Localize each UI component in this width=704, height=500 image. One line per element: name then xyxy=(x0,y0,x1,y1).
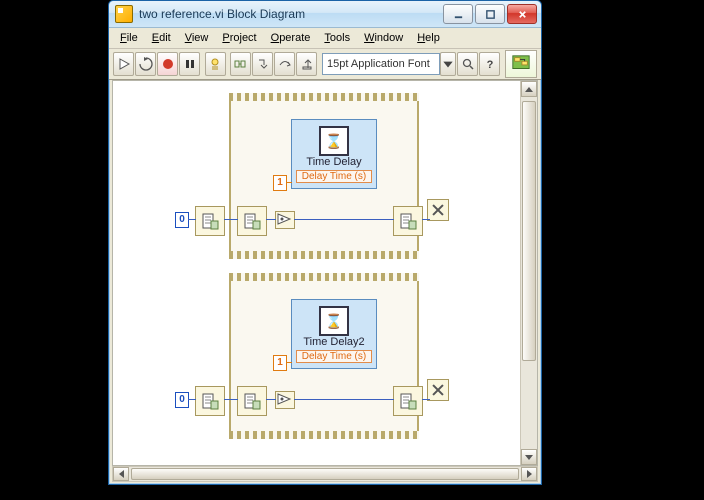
wire-1b xyxy=(224,219,238,220)
wire-1c xyxy=(266,219,276,220)
retain-wire-button[interactable] xyxy=(230,52,251,76)
scroll-right-button[interactable] xyxy=(521,467,537,481)
window-title: two reference.vi Block Diagram xyxy=(137,7,441,21)
subvi-label: Time Delay2 xyxy=(292,336,376,348)
menu-help-label: elp xyxy=(425,32,440,44)
int-constant-1[interactable]: 0 xyxy=(175,212,189,228)
step-into-button[interactable] xyxy=(252,52,273,76)
hscroll-thumb[interactable] xyxy=(131,468,519,480)
font-label: 15pt Application Font xyxy=(327,58,430,70)
close-x-icon-1 xyxy=(427,199,449,221)
search-button[interactable] xyxy=(457,52,478,76)
step-over-button[interactable] xyxy=(274,52,295,76)
wire-2d xyxy=(294,399,394,400)
menu-view[interactable]: View xyxy=(178,30,216,46)
wire-orange-2 xyxy=(286,362,292,363)
run-continuous-button[interactable] xyxy=(135,52,156,76)
menu-operate-label: perate xyxy=(279,32,310,44)
close-x-icon-2 xyxy=(427,379,449,401)
invoke-node-2[interactable] xyxy=(275,391,295,409)
wire-1d xyxy=(294,219,394,220)
scroll-left-button[interactable] xyxy=(113,467,129,481)
maximize-button[interactable] xyxy=(475,4,505,24)
menu-edit[interactable]: Edit xyxy=(145,30,178,46)
wire-2a xyxy=(188,399,196,400)
app-window: two reference.vi Block Diagram File Edit… xyxy=(108,0,542,485)
scroll-up-button[interactable] xyxy=(521,81,537,97)
svg-text:?: ? xyxy=(486,59,493,71)
menu-help[interactable]: Help xyxy=(410,30,447,46)
run-button[interactable] xyxy=(113,52,134,76)
open-ref-node-2b[interactable] xyxy=(237,386,267,416)
menu-file-label: ile xyxy=(127,32,138,44)
menu-project[interactable]: Project xyxy=(215,30,263,46)
block-diagram-canvas[interactable]: ⌛ Time Delay Delay Time (s) 1 0 ⌛ xyxy=(113,81,521,465)
wire-2c xyxy=(266,399,276,400)
menu-window[interactable]: Window xyxy=(357,30,410,46)
menubar: File Edit View Project Operate Tools Win… xyxy=(109,28,541,49)
menu-project-label: roject xyxy=(230,32,257,44)
horizontal-scrollbar[interactable] xyxy=(112,466,538,482)
subvi-param: Delay Time (s) xyxy=(296,170,372,183)
hourglass-icon: ⌛ xyxy=(319,126,349,156)
app-icon xyxy=(115,5,133,23)
wire-1a xyxy=(188,219,196,220)
close-ref-node-2[interactable] xyxy=(393,386,423,416)
minimize-button[interactable] xyxy=(443,4,473,24)
wire-orange-1 xyxy=(286,182,292,183)
titlebar[interactable]: two reference.vi Block Diagram xyxy=(109,1,541,28)
open-ref-node-1a[interactable] xyxy=(195,206,225,236)
menu-tools-label: ools xyxy=(330,32,350,44)
highlight-exec-button[interactable] xyxy=(205,52,226,76)
toolbar: 15pt Application Font ? xyxy=(109,49,541,80)
wire-2b xyxy=(224,399,238,400)
font-selector[interactable]: 15pt Application Font xyxy=(322,53,440,75)
subvi-label: Time Delay xyxy=(292,156,376,168)
close-button[interactable] xyxy=(507,4,537,24)
delay-constant-2[interactable]: 1 xyxy=(273,355,287,371)
delay-constant-1[interactable]: 1 xyxy=(273,175,287,191)
invoke-node-1[interactable] xyxy=(275,211,295,229)
help-button[interactable]: ? xyxy=(479,52,500,76)
close-ref-node-1[interactable] xyxy=(393,206,423,236)
menu-view-label: iew xyxy=(192,32,209,44)
subvi-param: Delay Time (s) xyxy=(296,350,372,363)
content-area: ⌛ Time Delay Delay Time (s) 1 0 ⌛ xyxy=(112,80,538,466)
menu-window-label: indow xyxy=(374,32,403,44)
time-delay-subvi-1[interactable]: ⌛ Time Delay Delay Time (s) xyxy=(291,119,377,189)
open-ref-node-1b[interactable] xyxy=(237,206,267,236)
int-constant-2[interactable]: 0 xyxy=(175,392,189,408)
font-dropdown-button[interactable] xyxy=(440,52,456,76)
vertical-scrollbar[interactable] xyxy=(520,81,537,465)
menu-tools[interactable]: Tools xyxy=(317,30,357,46)
pause-button[interactable] xyxy=(179,52,200,76)
step-out-button[interactable] xyxy=(296,52,317,76)
open-ref-node-2a[interactable] xyxy=(195,386,225,416)
wire-2e xyxy=(422,399,430,400)
wire-1e xyxy=(422,219,430,220)
menu-edit-label: dit xyxy=(159,32,171,44)
menu-operate[interactable]: Operate xyxy=(264,30,318,46)
scroll-down-button[interactable] xyxy=(521,449,537,465)
diagram-mode-icon[interactable] xyxy=(505,50,537,78)
time-delay-subvi-2[interactable]: ⌛ Time Delay2 Delay Time (s) xyxy=(291,299,377,369)
vscroll-thumb[interactable] xyxy=(522,101,536,361)
menu-file[interactable]: File xyxy=(113,30,145,46)
abort-button[interactable] xyxy=(157,52,178,76)
hourglass-icon: ⌛ xyxy=(319,306,349,336)
